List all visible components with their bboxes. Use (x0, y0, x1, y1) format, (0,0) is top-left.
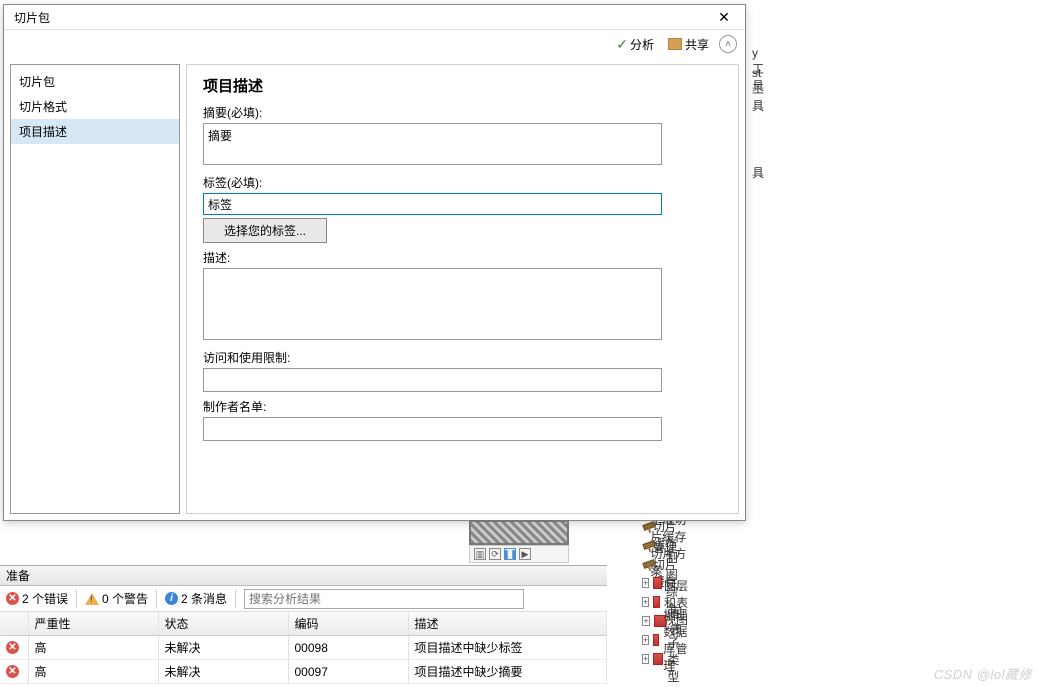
form-heading: 项目描述 (203, 75, 722, 96)
refresh-icon[interactable]: ⟳ (489, 548, 501, 560)
toolbox-icon (653, 596, 660, 608)
toolbox-icon (653, 577, 661, 589)
table-row[interactable]: ✕ 高 未解决 00097 项目描述中缺少摘要 (0, 660, 607, 684)
error-icon: ✕ (6, 592, 19, 605)
description-input[interactable] (203, 268, 662, 340)
filter-messages[interactable]: i2 条消息 (165, 590, 227, 607)
tree-item[interactable]: st 工具 (750, 81, 766, 99)
info-icon: i (165, 592, 178, 605)
results-table: 严重性 状态 编码 描述 ✕ 高 未解决 00098 项目描述中缺少标签 ✕ 高… (0, 612, 607, 684)
filter-bar: ✕2 个错误 0 个警告 i2 条消息 (0, 586, 607, 612)
tags-input[interactable] (203, 193, 662, 215)
hammer-icon (642, 519, 649, 533)
map-thumbnail (469, 520, 569, 545)
collapse-toggle[interactable]: ˄ (719, 35, 737, 53)
titlebar: 切片包 ✕ (4, 5, 745, 30)
analyze-button[interactable]: ✓分析 (612, 34, 658, 55)
close-button[interactable]: ✕ (709, 6, 739, 28)
warning-icon (85, 593, 99, 605)
separator (76, 590, 77, 608)
col-severity[interactable]: 严重性 (28, 612, 158, 636)
hammer-icon (642, 538, 646, 552)
analysis-panel: 准备 ✕2 个错误 0 个警告 i2 条消息 严重性 状态 编码 描述 ✕ 高 … (0, 565, 607, 684)
description-label: 描述: (203, 249, 722, 266)
check-icon: ✓ (616, 36, 628, 53)
summary-label: 摘要(必填): (203, 104, 722, 121)
watermark: CSDN @lol藏修 (934, 664, 1032, 683)
filter-errors[interactable]: ✕2 个错误 (6, 590, 68, 607)
col-code[interactable]: 编码 (288, 612, 408, 636)
tile-package-dialog: 切片包 ✕ ✓分析 共享 ˄ 切片包 切片格式 项目描述 项目描述 摘要(必填)… (3, 4, 746, 521)
hammer-icon (642, 557, 649, 571)
access-label: 访问和使用限制: (203, 349, 722, 366)
filter-warnings[interactable]: 0 个警告 (85, 590, 148, 607)
panel-header: 准备 (0, 566, 607, 586)
error-icon: ✕ (6, 641, 19, 654)
access-input[interactable] (203, 368, 662, 392)
table-row[interactable]: ✕ 高 未解决 00098 项目描述中缺少标签 (0, 636, 607, 660)
play-icon[interactable]: ▶ (519, 548, 531, 560)
share-icon (668, 38, 682, 50)
expand-icon[interactable]: + (642, 597, 649, 607)
share-button[interactable]: 共享 (664, 34, 713, 55)
dialog-toolbar: ✓分析 共享 ˄ (4, 30, 745, 58)
tree-item[interactable]: 具 (750, 163, 766, 181)
thumbnail-controls: ▥ ⟳ ❚❚ ▶ (469, 545, 569, 563)
toolbox-icon (653, 634, 659, 646)
col-status[interactable]: 状态 (158, 612, 288, 636)
dialog-sidebar: 切片包 切片格式 项目描述 (10, 64, 180, 514)
separator (156, 590, 157, 608)
view-toggle-icon[interactable]: ▥ (474, 548, 486, 560)
separator (235, 590, 236, 608)
sidebar-item-description[interactable]: 项目描述 (11, 119, 179, 144)
summary-input[interactable] (203, 123, 662, 165)
tags-label: 标签(必填): (203, 174, 722, 191)
search-input[interactable] (244, 589, 524, 609)
pause-icon[interactable]: ❚❚ (504, 548, 516, 560)
tree-group-item[interactable]: +子类型 (640, 650, 690, 668)
error-icon: ✕ (6, 665, 19, 678)
expand-icon[interactable]: + (642, 635, 649, 645)
toolbox-icon (653, 653, 663, 665)
expand-icon[interactable]: + (642, 616, 650, 626)
form-area: 项目描述 摘要(必填): 标签(必填): 选择您的标签... 描述: 访问和使用… (186, 64, 739, 514)
sidebar-item-package[interactable]: 切片包 (11, 69, 179, 94)
expand-icon[interactable]: + (642, 578, 649, 588)
col-icon[interactable] (0, 612, 28, 636)
choose-tags-button[interactable]: 选择您的标签... (203, 218, 327, 243)
author-label: 制作者名单: (203, 398, 722, 415)
expand-icon[interactable]: + (642, 654, 649, 664)
sidebar-item-format[interactable]: 切片格式 (11, 94, 179, 119)
dialog-title: 切片包 (14, 9, 709, 26)
author-input[interactable] (203, 417, 662, 441)
col-desc[interactable]: 描述 (408, 612, 607, 636)
